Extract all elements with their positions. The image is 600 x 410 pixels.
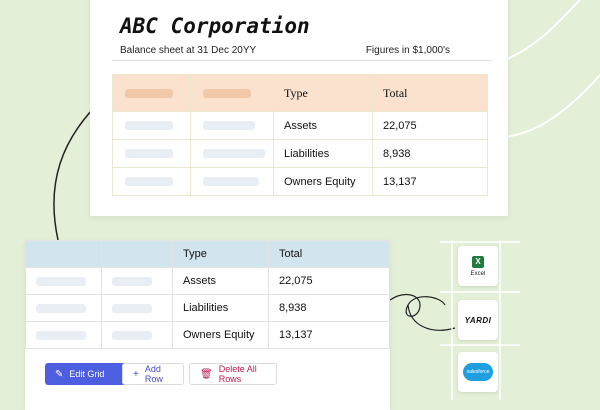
yardi-logo: YARDI bbox=[464, 315, 492, 325]
type-cell: Liabilities bbox=[273, 139, 373, 168]
delete-all-rows-button[interactable]: 🗑 Delete All Rows bbox=[189, 363, 277, 385]
salesforce-integration-tile[interactable]: salesforce bbox=[458, 352, 498, 392]
placeholder-cell bbox=[25, 321, 102, 349]
trash-icon: 🗑 bbox=[200, 368, 213, 380]
total-cell: 13,137 bbox=[372, 167, 488, 196]
table-row[interactable]: Assets 22,075 bbox=[112, 111, 488, 140]
type-cell: Owners Equity bbox=[273, 167, 373, 196]
placeholder-header bbox=[101, 240, 173, 268]
edit-grid-label: Edit Grid bbox=[69, 369, 105, 379]
type-cell[interactable]: Liabilities bbox=[172, 294, 269, 322]
table-header-row: Type Total bbox=[112, 74, 488, 112]
balance-sheet-card: ABC Corporation Balance sheet at 31 Dec … bbox=[90, 0, 508, 216]
table-row[interactable]: Owners Equity 13,137 bbox=[112, 167, 488, 196]
total-header: Total bbox=[268, 240, 390, 268]
balance-sheet-subtitle: Balance sheet at 31 Dec 20YY bbox=[120, 45, 257, 56]
placeholder-cell bbox=[25, 294, 102, 322]
total-header: Total bbox=[372, 74, 488, 112]
pencil-icon: ✎ bbox=[55, 368, 64, 380]
delete-all-rows-label: Delete All Rows bbox=[218, 364, 257, 384]
total-cell[interactable]: 8,938 bbox=[268, 294, 390, 322]
placeholder-cell bbox=[112, 111, 191, 140]
type-cell[interactable]: Assets bbox=[172, 267, 269, 295]
divider bbox=[112, 60, 492, 61]
plus-icon: + bbox=[133, 368, 139, 380]
total-cell[interactable]: 22,075 bbox=[268, 267, 390, 295]
total-cell: 8,938 bbox=[372, 139, 488, 168]
yardi-integration-tile[interactable]: YARDI bbox=[458, 300, 498, 340]
placeholder-cell bbox=[112, 139, 191, 168]
placeholder-cell bbox=[101, 294, 173, 322]
type-header: Type bbox=[172, 240, 269, 268]
type-header: Type bbox=[273, 74, 373, 112]
placeholder-cell bbox=[101, 267, 173, 295]
total-cell[interactable]: 13,137 bbox=[268, 321, 390, 349]
placeholder-cell bbox=[101, 321, 173, 349]
placeholder-cell bbox=[190, 167, 274, 196]
figures-note: Figures in $1,000's bbox=[365, 45, 450, 56]
placeholder-cell bbox=[25, 267, 102, 295]
placeholder-header bbox=[112, 74, 191, 112]
placeholder-cell bbox=[190, 111, 274, 140]
balance-sheet-table: Type Total Assets 22,075 Liabilities 8,9… bbox=[112, 74, 488, 196]
table-row[interactable]: Owners Equity 13,137 bbox=[25, 321, 390, 349]
editable-grid-table: Type Total Assets 22,075 Liabilities 8,9… bbox=[25, 240, 390, 349]
placeholder-header bbox=[25, 240, 102, 268]
placeholder-header bbox=[190, 74, 274, 112]
placeholder-cell bbox=[190, 139, 274, 168]
table-header-row: Type Total bbox=[25, 240, 390, 268]
excel-integration-tile[interactable]: X Excel bbox=[458, 246, 498, 286]
salesforce-logo: salesforce bbox=[463, 363, 493, 381]
add-row-label: Add Row bbox=[144, 364, 163, 384]
total-cell: 22,075 bbox=[372, 111, 488, 140]
type-cell[interactable]: Owners Equity bbox=[172, 321, 269, 349]
add-row-button[interactable]: + Add Row bbox=[122, 363, 184, 385]
table-row[interactable]: Liabilities 8,938 bbox=[25, 294, 390, 322]
table-row[interactable]: Assets 22,075 bbox=[25, 267, 390, 295]
excel-label: Excel bbox=[470, 270, 486, 277]
type-cell: Assets bbox=[273, 111, 373, 140]
placeholder-cell bbox=[112, 167, 191, 196]
excel-icon: X bbox=[472, 255, 484, 268]
editable-grid-card: Type Total Assets 22,075 Liabilities 8,9… bbox=[25, 240, 390, 410]
company-title: ABC Corporation bbox=[120, 14, 310, 38]
table-row[interactable]: Liabilities 8,938 bbox=[112, 139, 488, 168]
